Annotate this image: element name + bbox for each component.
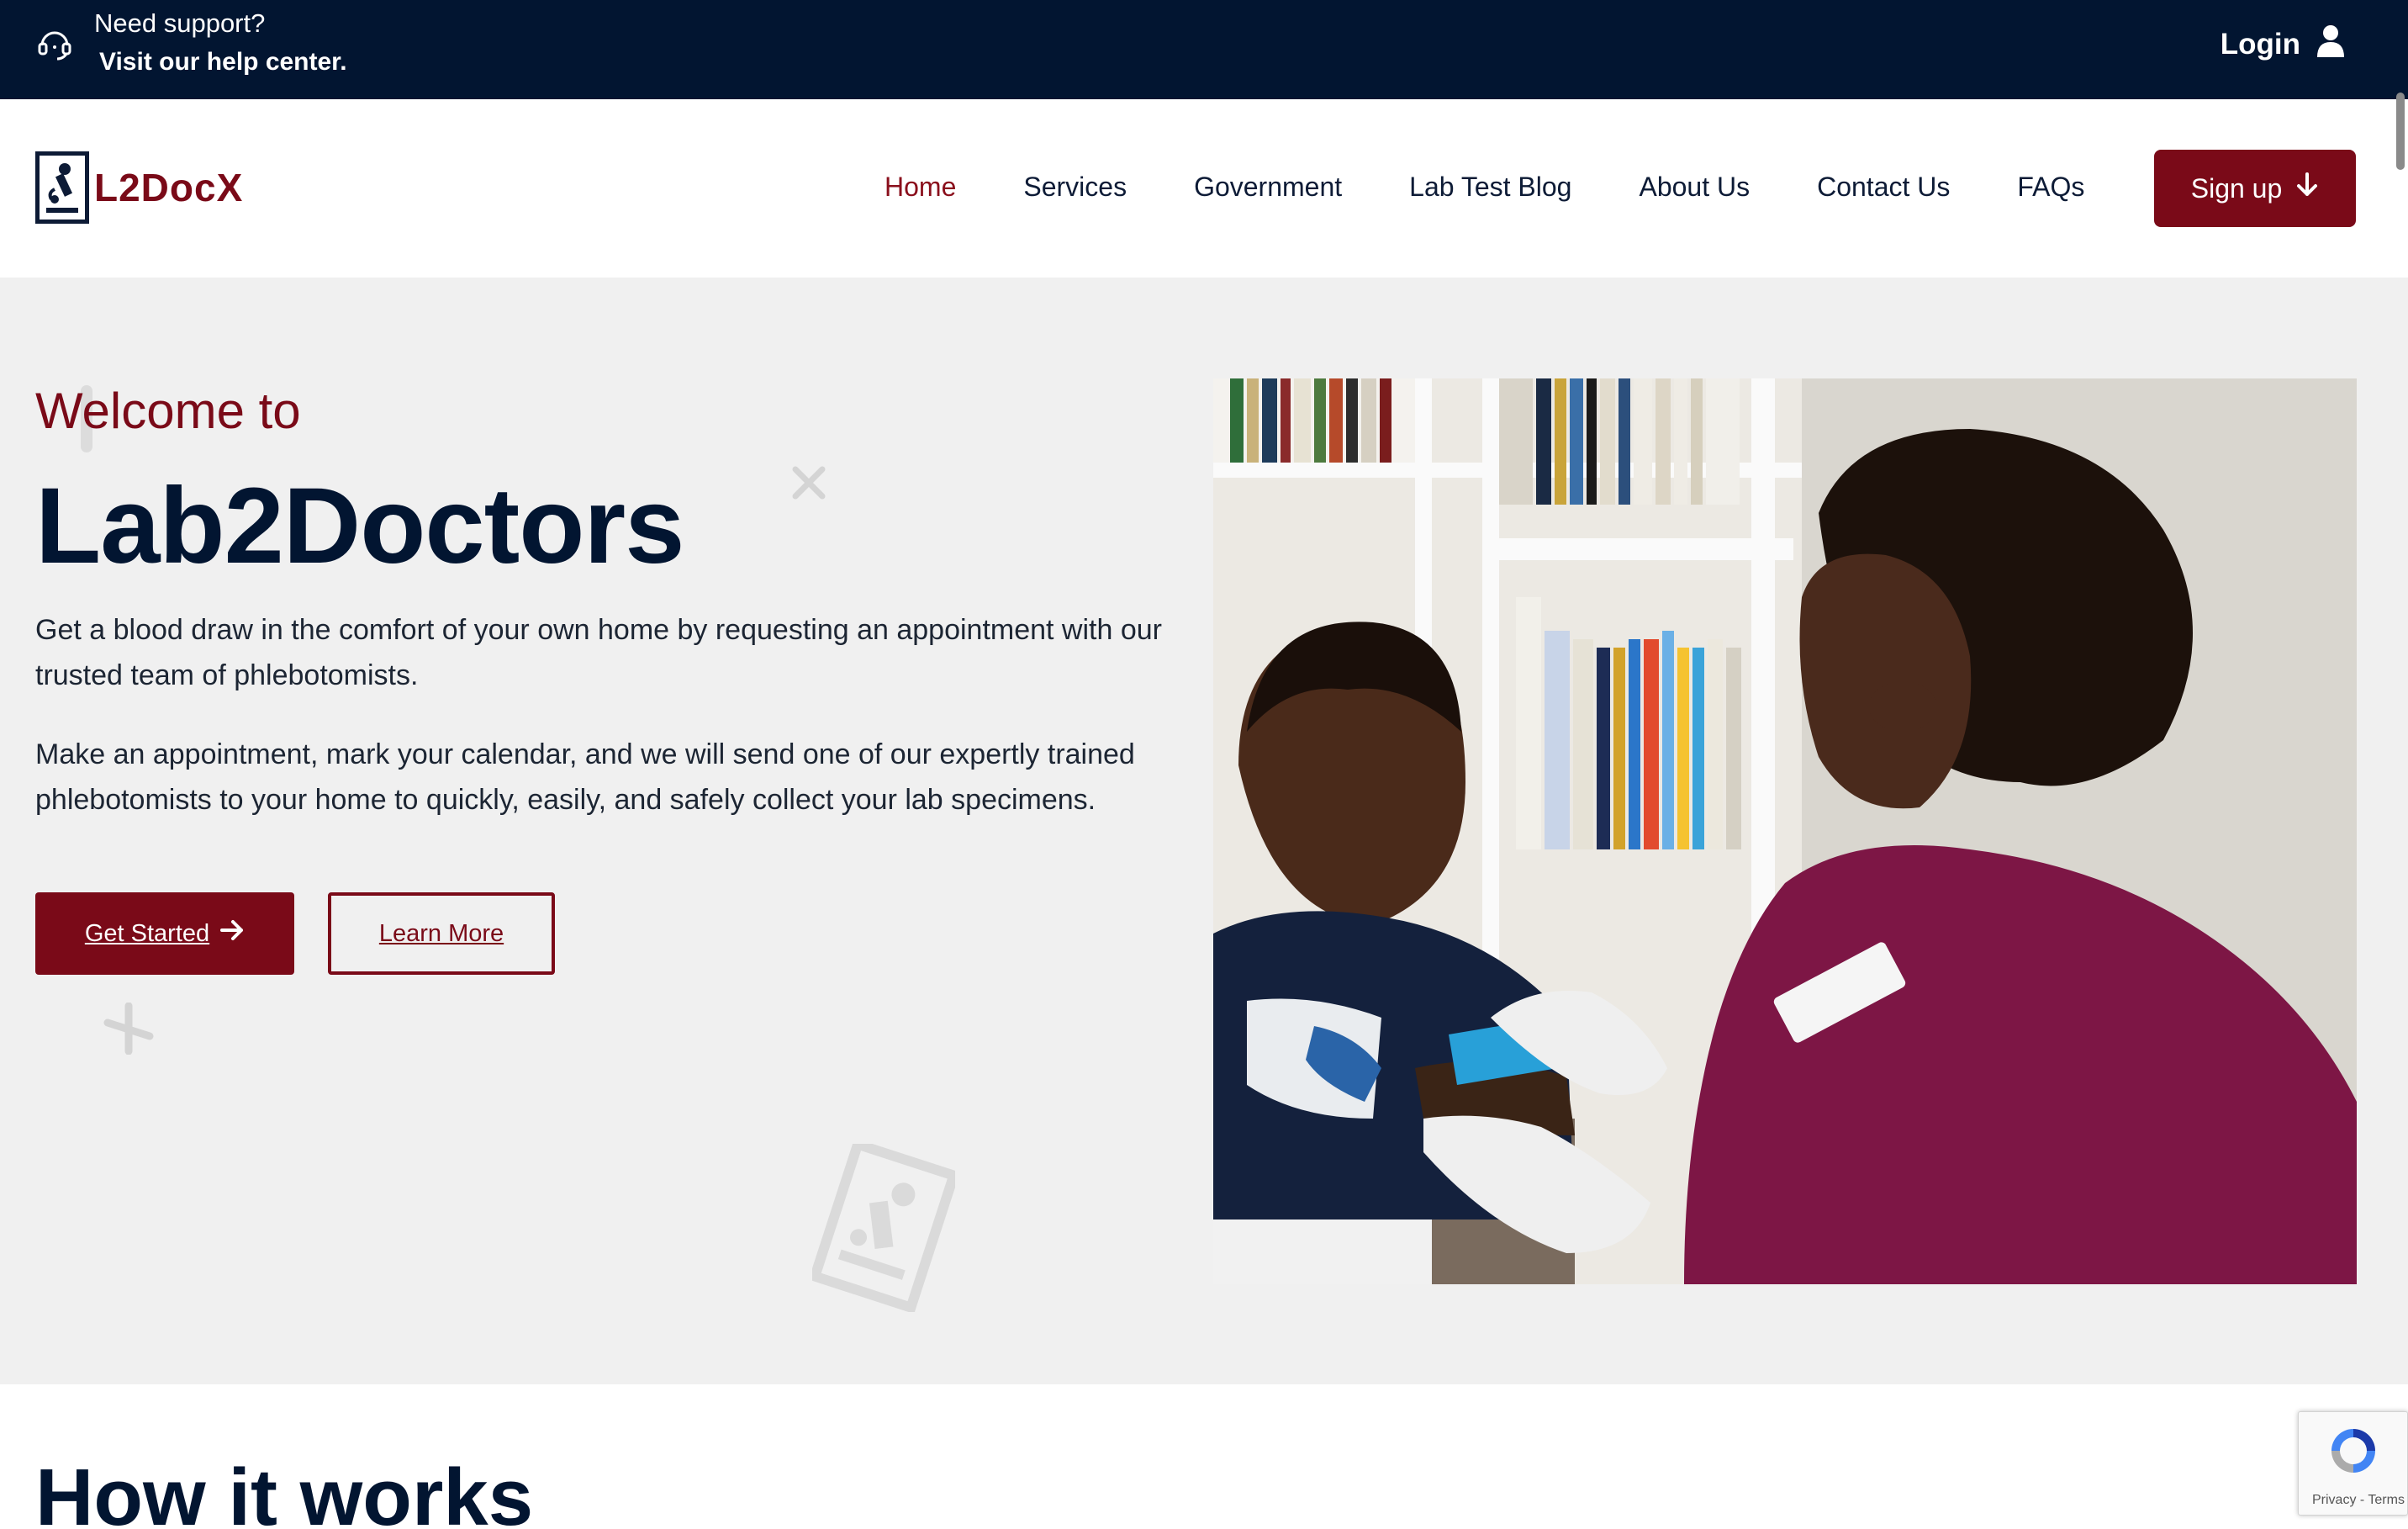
decorative-logo-icon [808,1138,960,1316]
nav-item-about-us[interactable]: About Us [1639,172,1750,203]
arrow-right-icon [219,919,245,948]
logo-text: L2DocX [94,166,244,209]
hero-paragraph-1: Get a blood draw in the comfort of your … [35,614,1162,691]
login-label: Login [2220,27,2300,61]
hero-photo [1213,378,2357,1284]
get-started-label: Get Started [84,919,210,947]
signup-button[interactable]: Sign up [2154,150,2356,227]
support-bar: Need support? Visit our help center. Log… [0,0,2408,99]
nav-links: Home Services Government Lab Test Blog A… [885,172,2152,203]
main-nav: L2DocX Home Services Government Lab Test… [0,99,2408,278]
how-it-works-heading: How it works [35,1452,534,1529]
recaptcha-icon [2326,1424,2380,1482]
hero-section: Welcome to Lab2Doctors Get a blood draw … [0,278,2408,1384]
recaptcha-badge[interactable]: Privacy - Terms [2298,1411,2408,1516]
microscope-logo-icon [35,151,89,224]
user-icon [2316,24,2346,65]
get-started-button[interactable]: Get Started [35,892,294,975]
nav-item-contact-us[interactable]: Contact Us [1817,172,1950,203]
brand-title: Lab2Doctors [35,466,684,586]
decorative-x-icon [790,464,827,505]
hero-paragraph-2: Make an appointment, mark your calendar,… [35,738,1135,816]
nav-item-faqs[interactable]: FAQs [2017,172,2084,203]
help-center-link[interactable]: Visit our help center. [99,48,347,77]
support-text: Need support? [94,8,266,38]
phlebotomy-photo-illustration [1213,378,2357,1284]
learn-more-button[interactable]: Learn More [328,892,555,975]
nav-item-government[interactable]: Government [1194,172,1342,203]
signup-label: Sign up [2190,172,2283,204]
headset-icon[interactable] [35,24,74,62]
site-logo[interactable]: L2DocX [35,151,243,224]
page-scrollbar[interactable] [2396,93,2405,170]
nav-item-lab-test-blog[interactable]: Lab Test Blog [1409,172,1571,203]
arrow-down-icon [2295,172,2319,205]
login-button[interactable]: Login [2221,24,2346,65]
decorative-x-icon [103,1002,155,1059]
how-it-works-section: How it works [0,1384,2408,1529]
welcome-heading: Welcome to [35,383,301,439]
recaptcha-privacy-terms[interactable]: Privacy - Terms [2312,1493,2405,1508]
nav-item-services[interactable]: Services [1023,172,1127,203]
nav-item-home[interactable]: Home [885,172,956,203]
